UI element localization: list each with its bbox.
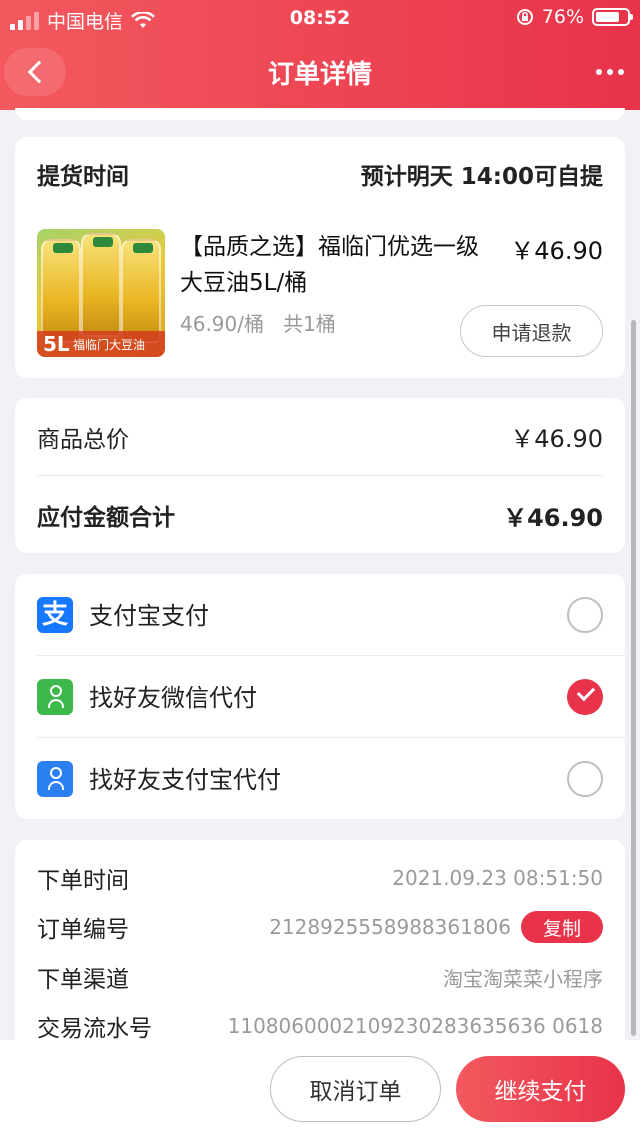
payment-option-alipay[interactable]: 支 支付宝支付 (15, 574, 625, 656)
total-value: ￥46.90 (503, 503, 603, 532)
product-title[interactable]: 【品质之选】福临门优选一级大豆油5L/桶 (180, 229, 500, 301)
order-number-row: 订单编号 2128925558988361806 复制 (37, 907, 603, 947)
order-time-value: 2021.09.23 08:51:50 (392, 866, 603, 890)
transaction-id-value: 1108060002109230283635636 0618 (227, 1014, 603, 1038)
dot-icon (596, 69, 602, 75)
payment-option-alipay-friend[interactable]: 找好友支付宝代付 (15, 738, 625, 820)
pickup-time: 预计明天 14:00可自提 (360, 164, 603, 190)
product-image-brand: 福临门大豆油 (73, 337, 146, 352)
subtotal-row: 商品总价 ￥46.90 (37, 398, 603, 476)
page-title: 订单详情 (267, 60, 372, 90)
payment-option-wechat-friend[interactable]: 找好友微信代付 (15, 656, 625, 738)
price-summary-card: 商品总价 ￥46.90 应付金额合计 ￥46.90 (15, 398, 625, 553)
product-unit-info: 46.90/桶 共1桶 (180, 312, 336, 336)
order-channel-row: 下单渠道 淘宝淘菜菜小程序 (37, 957, 603, 997)
order-number-value: 2128925558988361806 (269, 915, 511, 939)
battery-icon (592, 8, 633, 26)
product-image[interactable]: 5L 福临门大豆油 (37, 229, 165, 357)
order-time-row: 下单时间 2021.09.23 08:51:50 (37, 858, 603, 898)
payment-option-label: 支付宝支付 (89, 602, 209, 630)
payment-option-label: 找好友微信代付 (89, 684, 257, 712)
subtotal-label: 商品总价 (37, 426, 129, 453)
top-bar: 中国电信 08:52 76% 订单详情 (0, 0, 640, 110)
cancel-order-button[interactable]: 取消订单 (270, 1056, 441, 1122)
order-channel-value: 淘宝淘菜菜小程序 (443, 966, 603, 991)
refund-button[interactable]: 申请退款 (460, 305, 603, 357)
battery-percent: 76% (541, 6, 584, 28)
scrollbar[interactable] (631, 320, 636, 1036)
order-channel-label: 下单渠道 (37, 967, 129, 993)
pickup-label: 提货时间 (37, 164, 129, 190)
order-number-label: 订单编号 (37, 917, 129, 943)
subtotal-value: ￥46.90 (510, 425, 603, 453)
rotation-lock-icon (516, 9, 533, 25)
product-image-size: 5L (43, 332, 70, 356)
alipay-icon: 支 (37, 597, 73, 633)
radio-unchecked-icon[interactable] (567, 597, 603, 633)
payment-option-label: 找好友支付宝代付 (89, 766, 281, 794)
order-info-card: 下单时间 2021.09.23 08:51:50 订单编号 2128925558… (15, 840, 625, 1060)
product-card: 提货时间 预计明天 14:00可自提 5L 福临门大豆油 【品质之选】福临门优选… (15, 137, 625, 378)
payment-methods-card: 支 支付宝支付 找好友微信代付 找好友支付宝代付 (15, 574, 625, 819)
dot-icon (618, 69, 624, 75)
alipay-friend-icon (37, 761, 73, 797)
order-time-label: 下单时间 (37, 868, 129, 894)
card-partial (15, 108, 625, 120)
transaction-id-label: 交易流水号 (37, 1016, 152, 1042)
radio-checked-icon[interactable] (567, 679, 603, 715)
radio-unchecked-icon[interactable] (567, 761, 603, 797)
nav-bar: 订单详情 (0, 36, 640, 110)
continue-payment-button[interactable]: 继续支付 (456, 1056, 625, 1122)
total-label: 应付金额合计 (37, 505, 175, 531)
status-bar: 中国电信 08:52 76% (0, 0, 640, 36)
more-button[interactable] (596, 56, 624, 88)
bottom-action-bar: 取消订单 继续支付 (0, 1040, 640, 1138)
copy-button[interactable]: 复制 (521, 911, 603, 943)
wechat-friend-icon (37, 679, 73, 715)
total-row: 应付金额合计 ￥46.90 (37, 476, 603, 554)
dot-icon (607, 69, 613, 75)
product-price: ￥46.90 (510, 237, 603, 265)
